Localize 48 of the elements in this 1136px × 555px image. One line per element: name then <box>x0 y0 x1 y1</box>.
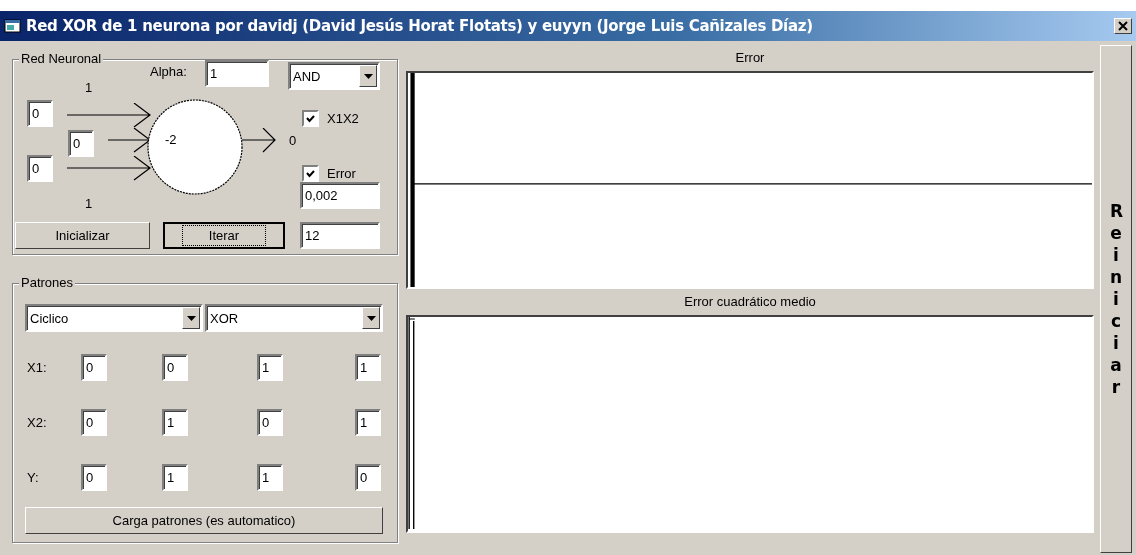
pattern-field[interactable]: 1 <box>257 464 283 491</box>
window-icon <box>4 18 22 34</box>
input-field[interactable]: 0 <box>68 130 94 157</box>
action-button[interactable]: Inicializar <box>15 222 150 249</box>
error-threshold-field[interactable]: 0,002 <box>300 182 380 209</box>
weight-label: 1 <box>85 80 93 96</box>
caret-icon <box>186 315 196 321</box>
pattern-field[interactable]: 0 <box>162 354 188 381</box>
pattern-field[interactable]: 0 <box>355 464 381 491</box>
pattern-field[interactable]: 1 <box>162 409 188 436</box>
pattern-field[interactable]: 1 <box>355 354 381 381</box>
window-title: Red XOR de 1 neurona por davidj (David Jesús Horat Flotats) y euyyn (Jorge Luis Cañizales Díaz) <box>26 17 814 35</box>
row-label: X2: <box>26 415 48 430</box>
pattern-field[interactable]: 0 <box>81 464 107 491</box>
check-icon <box>306 169 315 178</box>
alpha-label: Alpha: <box>150 64 187 80</box>
reset-button[interactable]: Reiniciar <box>1100 45 1132 553</box>
alpha-field[interactable]: 1 <box>205 60 269 87</box>
action-button[interactable]: Iterar <box>163 222 285 249</box>
pattern-field[interactable]: 0 <box>81 354 107 381</box>
pattern-field[interactable]: 0 <box>81 409 107 436</box>
pattern-field[interactable]: 0 <box>257 409 283 436</box>
chart-title: Error cuadrático medio <box>683 293 817 311</box>
caret-icon <box>363 73 373 79</box>
row-label: X1: <box>26 360 48 375</box>
iterations-field[interactable]: 12 <box>300 222 380 249</box>
input-field[interactable]: 0 <box>27 100 53 127</box>
output-arrow <box>242 128 276 153</box>
checkbox-label: X1X2 <box>327 111 359 126</box>
chart-title: Error <box>734 49 766 67</box>
row-label: Y: <box>26 470 40 485</box>
function-dropdown[interactable]: AND <box>288 62 380 90</box>
checkbox[interactable] <box>302 110 319 127</box>
pattern-field[interactable]: 1 <box>257 354 283 381</box>
input-field[interactable]: 0 <box>27 155 53 182</box>
load-patterns-button[interactable]: Carga patrones (es automatico) <box>25 507 383 534</box>
bias-value: -2 <box>165 132 177 148</box>
weight-label: 1 <box>85 196 93 212</box>
checkbox-label: Error <box>327 166 356 181</box>
mode-dropdown[interactable]: Ciclico <box>25 304 203 332</box>
close-button[interactable] <box>1114 18 1132 34</box>
pattern-field[interactable]: 1 <box>162 464 188 491</box>
caret-icon <box>366 315 376 321</box>
pattern-field[interactable]: 1 <box>355 409 381 436</box>
pattern-dropdown[interactable]: XOR <box>205 304 383 332</box>
check-icon <box>306 114 315 123</box>
output-value: 0 <box>289 133 297 149</box>
checkbox[interactable] <box>302 165 319 182</box>
